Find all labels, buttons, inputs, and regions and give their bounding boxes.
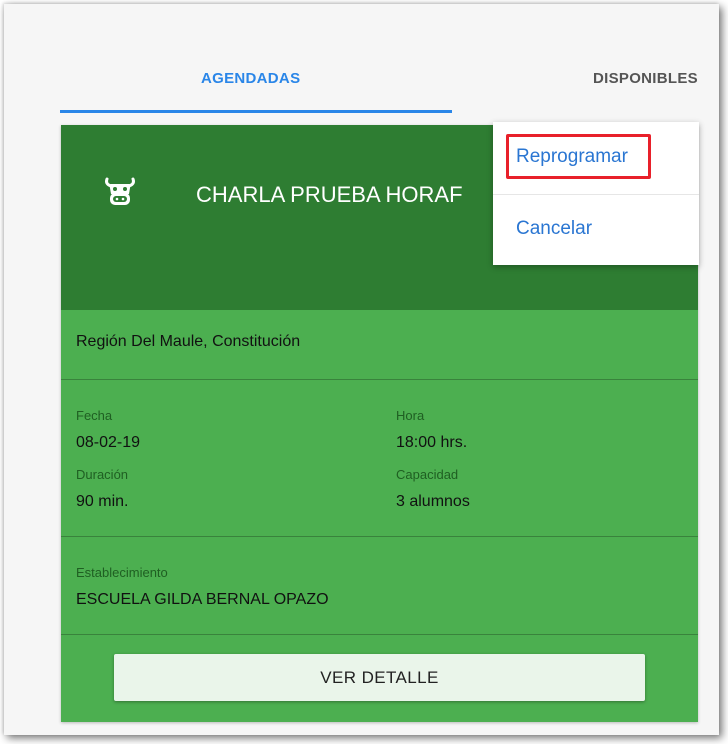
app-frame: AGENDADAS DISPONIBLES CHARLA PRUEBA HORA… [4,4,719,735]
menu-item-label: Reprogramar [516,146,628,167]
duracion-value: 90 min. [76,493,129,510]
divider [61,634,698,635]
fecha-value: 08-02-19 [76,434,141,451]
fecha-label: Fecha [76,408,113,423]
card-options-menu: Reprogramar Cancelar [493,122,699,265]
establecimiento-value: ESCUELA GILDA BERNAL OPAZO [76,591,329,608]
capacidad-value: 3 alumnos [396,493,470,510]
menu-item-label: Cancelar [516,218,593,239]
duracion-label: Duración [76,467,129,482]
hora-value: 18:00 hrs. [396,434,468,451]
establecimiento-label: Establecimiento [76,565,168,580]
menu-item-reprogramar[interactable]: Reprogramar [493,134,699,179]
active-tab-indicator [60,110,452,113]
divider [61,536,698,537]
tab-agendadas[interactable]: AGENDADAS [201,70,300,87]
hora-label: Hora [396,408,425,423]
tab-disponibles[interactable]: DISPONIBLES [593,70,698,87]
tab-bar: AGENDADAS DISPONIBLES [4,4,719,113]
location-text: Región Del Maule, Constitución [76,333,301,350]
menu-divider [493,194,699,195]
divider [61,379,698,380]
menu-item-cancelar[interactable]: Cancelar [493,212,699,244]
capacidad-label: Capacidad [396,467,459,482]
ver-detalle-button[interactable]: VER DETALLE [114,654,645,701]
cow-icon [105,177,135,205]
card-title: CHARLA PRUEBA HORAF [196,182,463,207]
